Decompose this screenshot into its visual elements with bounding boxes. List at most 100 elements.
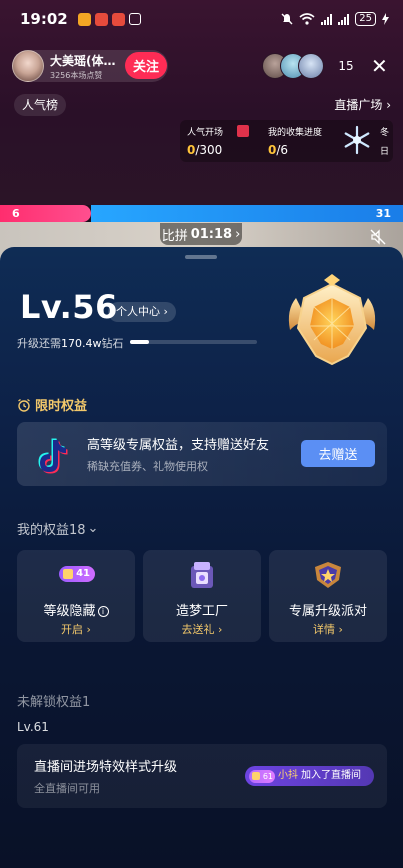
current-level: Lv.56: [20, 288, 118, 326]
locked-benefit-scope: 全直播间可用: [34, 782, 100, 795]
benefit-name: 等级隐藏 i: [17, 600, 135, 619]
personal-center-label: 个人中心: [116, 305, 160, 318]
pk-timer-value: 01:18: [190, 226, 233, 242]
notification-app-icon: [94, 12, 108, 26]
battery-icon: 25: [355, 12, 376, 26]
pk-left-score: 6: [0, 205, 91, 222]
chevron-right-icon: ›: [214, 623, 223, 636]
status-right: 25: [281, 12, 389, 26]
wifi-icon: [299, 13, 315, 25]
follow-button[interactable]: 关注: [125, 52, 167, 79]
host-name: 大美瑶(体…: [50, 53, 116, 68]
locked-benefits-title: 未解锁权益1: [17, 695, 91, 710]
promo-title: 高等级专属权益，支持赠送好友: [87, 438, 270, 453]
chevron-right-icon: ›: [335, 623, 343, 636]
benefit-dream-factory[interactable]: 造梦工厂 去送礼 ›: [143, 550, 261, 642]
limited-title-text: 限时权益: [35, 399, 88, 414]
level-badge-icon: 41: [59, 566, 95, 582]
level-medal-icon: [288, 274, 376, 366]
speaker-muted-icon[interactable]: [370, 229, 386, 245]
locked-level: Lv.61: [17, 720, 49, 734]
task2-total: /6: [276, 143, 289, 157]
task2-label: 我的收集进度: [268, 128, 323, 138]
need-prefix: 升级还需: [17, 337, 61, 350]
live-plaza-link[interactable]: 直播广场 ›: [334, 94, 391, 116]
level-benefits-sheet: Lv.56 个人中心 › 升级还需170.4w钻石 限时权益 高等级专属权益，支…: [0, 247, 403, 868]
benefit-name: 专属升级派对: [288, 604, 367, 619]
benefit-action[interactable]: 开启 ›: [17, 621, 135, 637]
chevron-right-icon: ›: [235, 226, 241, 242]
season-bottom: 日: [380, 147, 390, 157]
live-plaza-label: 直播广场: [334, 98, 383, 112]
benefit-action-text: 开启: [61, 623, 84, 636]
signal-icon: [321, 13, 333, 25]
notification-app-icon: [77, 12, 91, 26]
pk-timer: 比拼 01:18 ›: [160, 223, 242, 245]
preview-join-text: 加入了直播间: [301, 770, 361, 781]
season-top: 冬: [380, 128, 390, 138]
benefit-level-hidden[interactable]: 41 等级隐藏 i 开启 ›: [17, 550, 135, 642]
personal-center-button[interactable]: 个人中心 ›: [108, 302, 176, 322]
alarm-clock-icon: [18, 398, 30, 412]
level-progress-fill: [130, 340, 150, 344]
benefit-action[interactable]: 去送礼 ›: [143, 621, 261, 637]
promo-subtitle: 稀缺充值券、礼物使用权: [87, 460, 208, 473]
host-info: 大美瑶(体… 3256本场点赞: [50, 52, 116, 81]
douyin-logo-icon: [38, 438, 68, 474]
task1-total: /300: [195, 143, 223, 157]
gift-to-friend-button[interactable]: 去赠送: [301, 440, 375, 467]
task1-label: 人气开场: [187, 128, 224, 138]
gift-benefit-card: 高等级专属权益，支持赠送好友 稀缺充值券、礼物使用权 去赠送: [17, 422, 387, 486]
entrance-effect-preview: 61 小抖 加入了直播间: [245, 766, 374, 786]
task-popularity-opening: 人气开场 0/300: [187, 125, 223, 157]
close-icon[interactable]: ✕: [371, 54, 388, 78]
season-label: 冬 日: [380, 124, 389, 162]
host-likes: 3256本场点赞: [50, 70, 103, 80]
level-badge-icon: 61: [249, 769, 275, 783]
chevron-right-icon: ›: [83, 623, 91, 636]
benefit-name-text: 等级隐藏: [43, 604, 96, 619]
my-benefits-toggle[interactable]: 我的权益18 ⌄: [17, 519, 98, 538]
chevron-right-icon: ›: [163, 305, 168, 318]
viewer-avatars[interactable]: [262, 53, 324, 79]
viewer-count[interactable]: 15: [332, 55, 360, 77]
benefit-name: 造梦工厂: [175, 604, 228, 619]
benefit-action-text: 详情: [313, 623, 336, 636]
task1-progress: 0/300: [187, 143, 223, 157]
info-icon[interactable]: i: [97, 606, 109, 617]
party-shield-icon: [315, 562, 341, 588]
benefit-action-text: 去送礼: [181, 623, 215, 636]
level-progress-bar: [130, 340, 257, 344]
status-app-icons: [77, 12, 141, 26]
red-packet-icon: [237, 125, 249, 137]
viewer-avatar[interactable]: [298, 53, 324, 79]
dream-factory-icon: [191, 562, 213, 588]
task-collection-progress: 我的收集进度 0/6: [268, 125, 322, 157]
need-amount: 170.4w: [61, 337, 102, 350]
status-bar: 19:02 25: [0, 0, 403, 38]
benefit-upgrade-party[interactable]: 专属升级派对 详情 ›: [269, 550, 387, 642]
sheet-drag-handle[interactable]: [185, 255, 217, 259]
charging-icon: [382, 13, 389, 25]
host-avatar[interactable]: [12, 50, 44, 82]
task-progress-card[interactable]: 人气开场 0/300 我的收集进度 0/6 冬 日: [180, 120, 393, 162]
my-benefits-title: 我的权益18: [17, 523, 86, 538]
mute-icon: [281, 13, 293, 25]
popularity-rank-button[interactable]: 人气榜: [14, 94, 67, 116]
chevron-right-icon: ›: [386, 98, 391, 112]
chevron-down-icon: ⌄: [87, 521, 99, 536]
upgrade-requirement: 升级还需170.4w钻石: [17, 335, 124, 351]
nfc-icon: [128, 12, 141, 25]
pk-right-score: 31: [90, 205, 403, 222]
snowflake-icon: [344, 125, 370, 155]
signal-icon: [338, 13, 350, 25]
locked-benefit-card[interactable]: 直播间进场特效样式升级 全直播间可用 61 小抖 加入了直播间: [17, 744, 387, 808]
benefit-action[interactable]: 详情 ›: [269, 621, 387, 637]
locked-benefit-name: 直播间进场特效样式升级: [34, 760, 178, 775]
notification-app-icon: [111, 12, 125, 26]
need-suffix: 钻石: [101, 337, 124, 350]
pk-score-bar: 6 31: [0, 205, 403, 222]
status-time: 19:02: [20, 10, 68, 28]
preview-username: 小抖: [278, 770, 298, 781]
pk-timer-label: 比拼: [161, 228, 188, 244]
